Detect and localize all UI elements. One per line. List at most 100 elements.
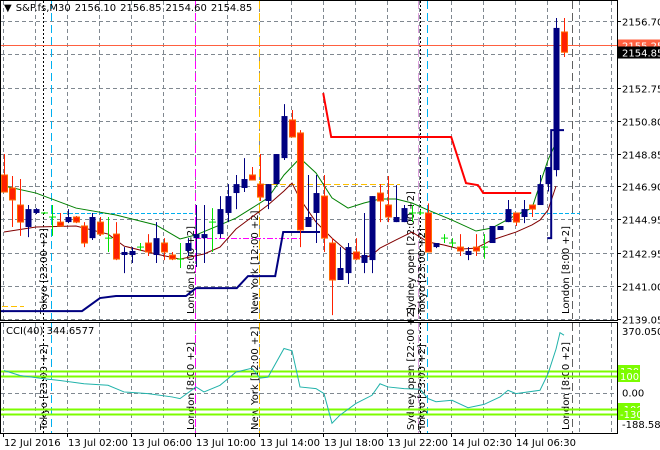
- price-chart[interactable]: Tokyo [23:00 +2] Tokyo [23:00 +2] London […: [0, 0, 660, 450]
- candle-bull: [25, 209, 32, 227]
- close-value: 2154.85: [210, 3, 253, 14]
- time-tick-label: 14 Jul 02:30: [452, 438, 512, 449]
- time-tick-label: 13 Jul 14:00: [260, 438, 320, 449]
- open-value: 2156.10: [74, 3, 117, 14]
- candle-bull: [217, 209, 224, 235]
- cci-zero-label: 0.00: [622, 389, 644, 400]
- mt4-chart-window[interactable]: Tokyo [23:00 +2] Tokyo [23:00 +2] London […: [0, 0, 660, 450]
- candle-bull: [369, 196, 376, 261]
- price-tick-label: 2150.80: [622, 118, 660, 129]
- candle-bull: [553, 27, 560, 171]
- price-tick-label: 2156.70: [622, 18, 660, 29]
- candle-bear: [473, 246, 480, 252]
- candle-bear: [529, 204, 536, 210]
- candle-bull: [433, 243, 440, 248]
- candle-bull: [233, 184, 240, 194]
- candle-bear: [145, 242, 152, 253]
- session-label: New York [12:00 +2]: [250, 210, 261, 314]
- session-label: Tokyo [23:00 +2]: [39, 228, 50, 315]
- session-label: Sydney open [22:00 +2]: [406, 191, 417, 314]
- candle-bear: [561, 31, 568, 53]
- candle-bear: [289, 119, 296, 138]
- candle-bull: [241, 179, 248, 188]
- candle-bear: [329, 242, 336, 281]
- candle-bear: [513, 212, 520, 223]
- symbol-label: S&P.fs,M30: [15, 3, 71, 14]
- candle-bear: [73, 216, 80, 223]
- cci-name: CCI(40): [6, 326, 44, 337]
- candle-bear: [457, 246, 464, 252]
- candle-bull: [345, 247, 352, 274]
- candle-bull: [393, 217, 400, 223]
- chart-header: ▼ S&P.fs,M30 2156.10 2156.85 2154.60 2154.85: [4, 3, 256, 14]
- candle-bull: [505, 209, 512, 223]
- time-tick-label: 13 Jul 22:00: [388, 438, 448, 449]
- candle-bull: [497, 225, 504, 231]
- stop-high-line: [322, 92, 532, 195]
- time-tick-label: 14 Jul 06:30: [516, 438, 576, 449]
- time-tick-label: 13 Jul 10:00: [196, 438, 256, 449]
- cci-value: 344.6577: [46, 326, 95, 337]
- candle-bull: [337, 268, 344, 280]
- cci-panel: [1, 331, 617, 425]
- candle-bear: [97, 221, 104, 235]
- candle-bear: [17, 204, 24, 223]
- cci-header: CCI(40) 344.6577: [6, 326, 94, 337]
- candle-bear: [321, 195, 328, 239]
- candle-bull: [201, 234, 208, 239]
- candle-bull: [65, 217, 72, 223]
- low-value: 2154.60: [165, 3, 207, 14]
- candle-bull: [361, 255, 368, 263]
- candle-bear: [1, 174, 8, 193]
- cci-plot-frame: [0, 322, 618, 434]
- candle-bear: [353, 251, 360, 260]
- price-tick-label: 2139.05: [622, 316, 660, 327]
- candle-bear: [377, 192, 384, 202]
- candle-bear: [9, 187, 16, 201]
- session-label-cci: London [8:00 +2]: [561, 342, 572, 430]
- candle-bull: [521, 209, 528, 218]
- cci-min-label: -188.5871: [622, 420, 660, 431]
- candle-bull: [129, 250, 136, 256]
- triangle-down-icon[interactable]: ▼: [4, 3, 12, 14]
- price-tick-label: 2144.95: [622, 216, 660, 227]
- candle-bull: [225, 196, 232, 213]
- candles: [1, 17, 568, 316]
- main-plot-frame: [0, 0, 618, 321]
- candle-bear: [161, 242, 168, 253]
- session-label: London [8:00 +2]: [186, 226, 197, 314]
- candle-bull: [313, 193, 320, 213]
- session-lines: Tokyo [23:00 +2] Tokyo [23:00 +2] London […: [39, 1, 573, 433]
- cci-level-label: 100: [620, 372, 639, 383]
- candle-bear: [385, 204, 392, 218]
- session-label-cci: Sydney open [22:00 +2]: [406, 307, 417, 430]
- candle-bull: [193, 234, 200, 239]
- price-tick-label: 2146.90: [622, 183, 660, 194]
- session-label-cci: Tokyo [23:00 +2]: [39, 344, 50, 431]
- candle-bear: [297, 132, 304, 231]
- time-tick-label: 13 Jul 02:00: [68, 438, 128, 449]
- fast-ma-line: [3, 142, 557, 240]
- candle-bear: [81, 225, 88, 244]
- candle-bull: [401, 208, 408, 223]
- price-tick-label: 2141.00: [622, 283, 660, 294]
- candle-bear: [169, 254, 176, 260]
- candle-bull: [465, 250, 472, 256]
- session-label-cci: London [8:00 +2]: [186, 342, 197, 430]
- candle-bull: [305, 217, 312, 227]
- candle-bull: [489, 225, 496, 244]
- price-tick-label: 2142.95: [622, 250, 660, 261]
- time-tick-label: 13 Jul 18:00: [324, 438, 384, 449]
- candle-bull: [545, 167, 552, 185]
- candle-bull: [121, 251, 128, 256]
- candle-bull: [265, 184, 272, 201]
- candle-bull: [89, 217, 96, 239]
- candle-bear: [425, 212, 432, 253]
- bid-price-label: 2154.85: [622, 49, 660, 60]
- session-label-cci: Tokyo [23:00 +2]: [417, 344, 428, 431]
- candle-bull: [33, 209, 40, 213]
- candle-bull: [185, 243, 192, 251]
- candle-bear: [257, 183, 264, 198]
- time-tick-label: 13 Jul 06:00: [132, 438, 192, 449]
- candle-bear: [113, 233, 120, 260]
